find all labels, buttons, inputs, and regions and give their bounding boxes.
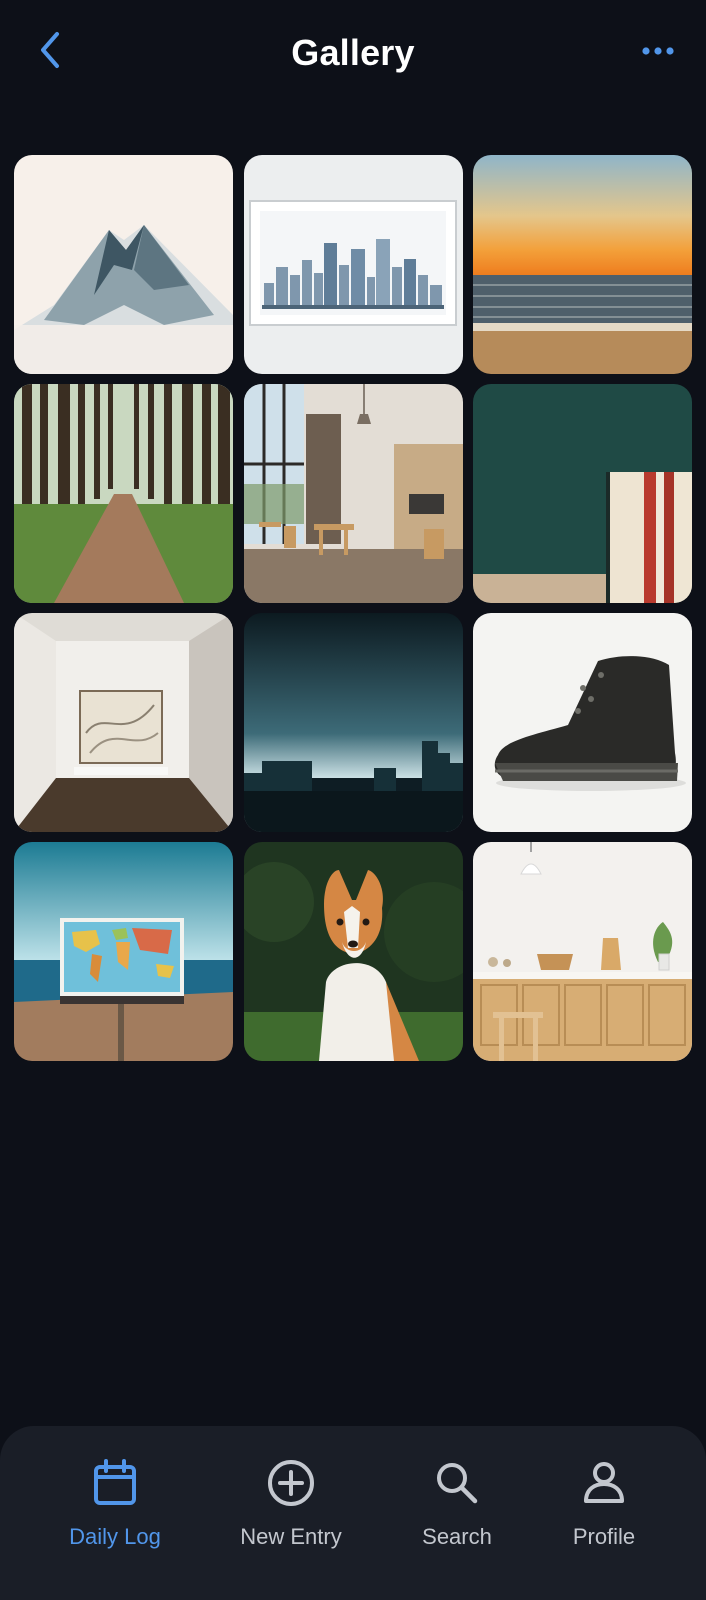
nav-label-profile: Profile: [572, 1524, 636, 1549]
world-map-beach-image: [14, 842, 233, 1061]
photo-tile-mountain[interactable]: [14, 155, 233, 374]
nav-label-new-entry: New Entry: [240, 1524, 342, 1549]
more-button[interactable]: [638, 36, 678, 66]
cafe-interior-image: [243, 384, 463, 603]
photo-tile-hiking-boot[interactable]: [473, 613, 692, 832]
more-horizontal-icon: [642, 47, 674, 55]
kitchen-image: [473, 842, 692, 1061]
nav-item-new-entry[interactable]: New Entry: [206, 1456, 376, 1566]
photo-tile-sunset-beach[interactable]: [473, 155, 692, 374]
photo-tile-city-print[interactable]: [243, 155, 463, 374]
plus-circle-icon: [264, 1456, 318, 1510]
hiking-boot-image: [473, 613, 692, 832]
sunset-beach-image: [473, 155, 692, 374]
city-print-image: [243, 155, 463, 374]
photo-tile-gallery-room[interactable]: [14, 613, 233, 832]
bottom-navigation: Daily Log New Entry Search Profile: [0, 1426, 706, 1600]
photo-grid: [14, 155, 692, 1061]
photo-tile-green-wall-books[interactable]: [473, 384, 692, 603]
books-image: [473, 384, 692, 603]
nav-item-daily-log[interactable]: Daily Log: [30, 1456, 200, 1566]
mountain-image: [14, 155, 233, 374]
header: Gallery: [0, 0, 706, 110]
dark-skyline-image: [243, 613, 463, 832]
page-title: Gallery: [291, 32, 415, 73]
photo-tile-world-map-beach[interactable]: [14, 842, 233, 1061]
photo-tile-kitchen[interactable]: [473, 842, 692, 1061]
photo-tile-dark-skyline[interactable]: [243, 613, 463, 832]
nav-label-daily-log: Daily Log: [69, 1524, 161, 1549]
photo-tile-dog[interactable]: [243, 842, 463, 1061]
user-icon: [577, 1456, 631, 1510]
nav-item-profile[interactable]: Profile: [519, 1456, 689, 1566]
gallery-room-image: [14, 613, 233, 832]
forest-path-image: [14, 384, 233, 603]
nav-item-search[interactable]: Search: [372, 1456, 542, 1566]
nav-label-search: Search: [422, 1524, 492, 1549]
dog-image: [243, 842, 463, 1061]
search-icon: [430, 1456, 484, 1510]
calendar-icon: [88, 1456, 142, 1510]
photo-tile-forest-path[interactable]: [14, 384, 233, 603]
photo-tile-cafe-interior[interactable]: [243, 384, 463, 603]
